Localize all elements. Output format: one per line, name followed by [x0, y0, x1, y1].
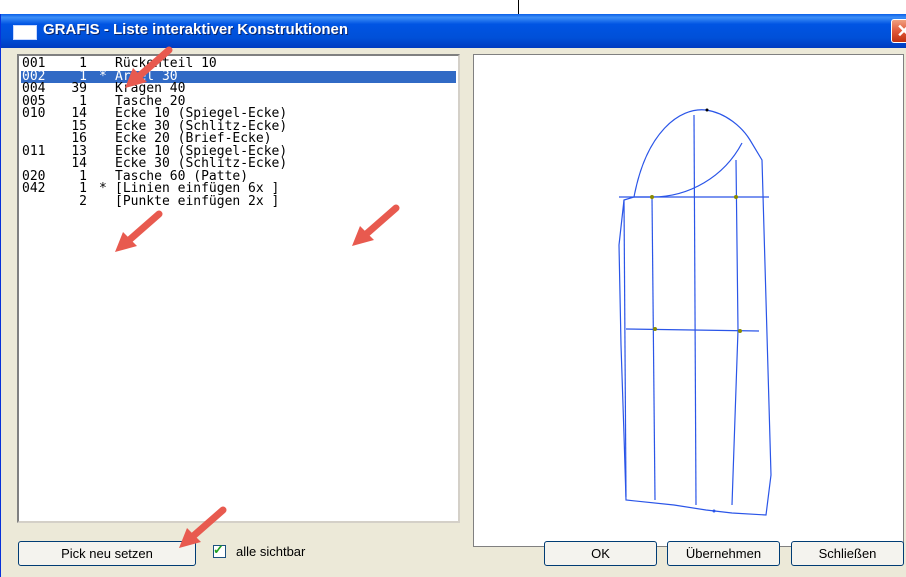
close-button[interactable]: Schließen	[791, 541, 904, 566]
title-bar[interactable]: GRAFIS - Liste interaktiver Konstruktion…	[1, 14, 906, 48]
pick-reset-button[interactable]: Pick neu setzen	[18, 541, 196, 566]
annotation-arrow-icon	[179, 506, 227, 548]
back-fold-line	[731, 159, 739, 506]
list-item-mark: *	[99, 68, 107, 84]
front-fold-line	[651, 196, 656, 501]
apply-button[interactable]: Übernehmen	[667, 541, 780, 566]
marker-point	[738, 329, 742, 333]
show-all-label: alle sichtbar	[236, 544, 306, 559]
list-item-mark: *	[99, 181, 107, 196]
grain-line	[693, 114, 697, 506]
window-title: GRAFIS - Liste interaktiver Konstruktion…	[43, 21, 349, 38]
list-item-code: 042	[22, 181, 46, 196]
annotation-arrow-icon	[125, 46, 173, 88]
construction-list-items: 001 1 Rückenteil 10 002 1 * Ärmel 30 004 39 Krage…	[21, 57, 456, 209]
sleeve-pattern-drawing	[618, 108, 772, 516]
desktop-strip	[0, 0, 906, 14]
marker-point	[653, 327, 657, 331]
app-icon	[13, 25, 37, 40]
close-window-button[interactable]: ✕	[891, 19, 906, 43]
list-item-code: 010	[22, 106, 46, 121]
hem-point	[712, 509, 716, 513]
construction-list[interactable]: 001 1 Rückenteil 10 002 1 * Ärmel 30 004 39 Krage…	[17, 54, 460, 523]
cursor-line	[518, 0, 519, 14]
dialog-window: GRAFIS - Liste interaktiver Konstruktion…	[0, 14, 906, 577]
list-item-name: [Punkte einfügen 2x ]	[115, 193, 280, 209]
annotation-arrow-icon	[115, 210, 163, 252]
pattern-preview	[473, 54, 904, 547]
ok-button[interactable]: OK	[544, 541, 657, 566]
sleeve-cap-curve	[651, 142, 743, 198]
cap-top-point	[705, 108, 709, 112]
list-item-num: 2	[79, 193, 87, 209]
list-item-code: 011	[22, 143, 46, 159]
annotation-arrow-icon	[352, 204, 400, 246]
marker-point	[734, 195, 738, 199]
marker-point	[650, 195, 654, 199]
